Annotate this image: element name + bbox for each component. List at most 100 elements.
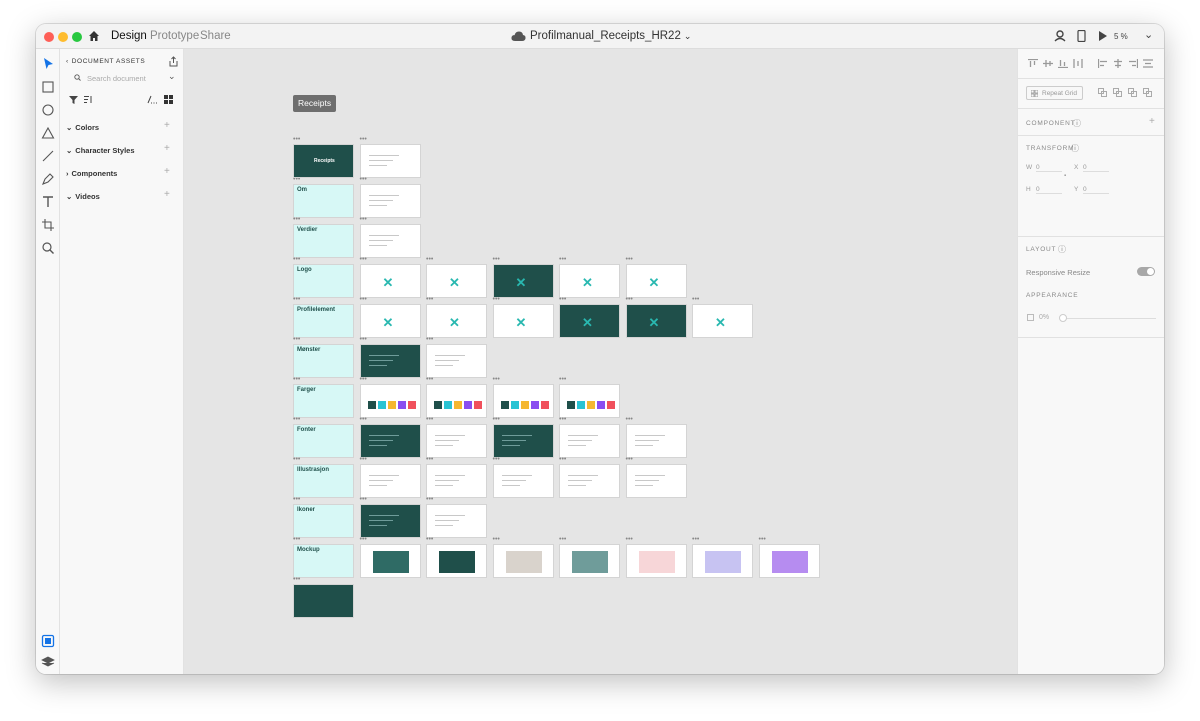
artboard-menu-dots[interactable]: ••• [360,376,367,383]
artboard-menu-dots[interactable]: ••• [559,536,566,543]
artboard-menu-dots[interactable]: ••• [626,416,633,423]
page-artboard[interactable] [359,184,421,218]
artboard-menu-dots[interactable]: ••• [293,456,300,463]
boolean-subtract-icon[interactable] [1113,88,1122,97]
artboard-menu-dots[interactable]: ••• [692,536,699,543]
page-artboard[interactable]: ✕ [559,304,620,338]
artboard-menu-dots[interactable]: ••• [426,256,433,263]
tab-design[interactable]: Design [111,30,147,42]
text-tool-icon[interactable] [41,195,55,209]
page-artboard[interactable] [625,464,687,498]
pen-tool-icon[interactable] [41,172,55,186]
page-artboard[interactable]: ✕ [426,264,487,298]
artboard-menu-dots[interactable]: ••• [493,456,500,463]
line-tool-icon[interactable] [41,149,55,163]
page-artboard[interactable] [359,344,421,378]
search-field[interactable]: Search document ⌄ [70,71,176,84]
boolean-exclude-icon[interactable] [1143,88,1152,97]
artboard-menu-dots[interactable]: ••• [626,536,633,543]
home-icon[interactable] [88,30,100,42]
artboard-menu-dots[interactable]: ••• [293,576,300,583]
page-artboard[interactable] [359,464,421,498]
page-artboard[interactable] [426,384,487,418]
artboard-menu-dots[interactable]: ••• [426,376,433,383]
page-artboard[interactable] [359,544,421,578]
section-artboard[interactable]: Verdier [293,224,354,258]
play-icon[interactable] [1098,31,1108,41]
artboard-menu-dots[interactable]: ••• [692,296,699,303]
artboard-menu-dots[interactable]: ••• [360,216,367,223]
page-artboard[interactable] [559,544,620,578]
page-artboard[interactable]: ✕ [492,304,554,338]
align-bottom-icon[interactable] [1058,59,1068,68]
artboard-menu-dots[interactable]: ••• [293,176,300,183]
page-artboard[interactable] [559,464,620,498]
section-artboard[interactable]: Illustrasjon [293,464,354,498]
section-videos[interactable]: ⌄ Videos [66,192,100,201]
page-artboard[interactable] [625,424,687,458]
page-artboard[interactable] [426,424,487,458]
responsive-resize-toggle[interactable] [1137,267,1155,276]
tab-share[interactable]: Share [200,30,231,42]
page-artboard[interactable] [758,544,820,578]
artboard-menu-dots[interactable]: ••• [360,536,367,543]
add-component-button[interactable]: + [1149,116,1155,127]
opacity-slider[interactable] [1059,314,1156,322]
artboard-menu-dots[interactable]: ••• [493,536,500,543]
width-input[interactable]: 0 [1036,164,1062,172]
page-artboard[interactable] [359,384,421,418]
align-right-icon[interactable] [1128,59,1138,68]
page-artboard[interactable]: ✕ [625,304,687,338]
opacity-value[interactable]: 0% [1039,314,1049,321]
boolean-intersect-icon[interactable] [1128,88,1137,97]
artboard-menu-dots[interactable]: ••• [360,256,367,263]
artboard-menu-dots[interactable]: ••• [360,296,367,303]
artboard-menu-dots[interactable]: ••• [360,336,367,343]
page-artboard[interactable] [559,384,620,418]
artboard-menu-dots[interactable]: ••• [426,496,433,503]
artboard-menu-dots[interactable]: ••• [293,136,300,143]
minimize-window-button[interactable] [58,32,68,42]
page-artboard[interactable] [492,424,554,458]
section-artboard[interactable]: Mockup [293,544,354,578]
page-artboard[interactable]: ✕ [359,264,421,298]
artboard-menu-dots[interactable]: ••• [360,136,367,143]
artboard-menu-dots[interactable]: ••• [293,416,300,423]
select-tool-icon[interactable] [41,57,55,71]
page-artboard[interactable] [426,344,487,378]
sort-icon[interactable] [83,95,93,104]
artboard-menu-dots[interactable]: ••• [360,416,367,423]
artboard-menu-dots[interactable]: ••• [626,456,633,463]
align-left-icon[interactable] [1098,59,1108,68]
link-assets-icon[interactable] [147,95,157,104]
page-artboard[interactable] [426,544,487,578]
artboard-menu-dots[interactable]: ••• [559,456,566,463]
export-icon[interactable] [168,56,179,67]
page-artboard[interactable] [426,464,487,498]
page-artboard[interactable] [359,144,421,178]
align-middle-icon[interactable] [1043,59,1053,68]
grid-view-icon[interactable] [164,95,173,104]
zoom-tool-icon[interactable] [41,241,55,255]
device-preview-icon[interactable] [1077,30,1086,42]
closing-artboard[interactable] [293,584,354,618]
page-artboard[interactable]: ✕ [426,304,487,338]
page-artboard[interactable] [492,464,554,498]
zoom-chevron-icon[interactable]: ⌄ [1144,28,1153,41]
group-label[interactable]: Receipts [293,95,337,112]
y-input[interactable]: 0 [1083,186,1109,194]
page-artboard[interactable]: ✕ [625,264,687,298]
search-input[interactable]: Search document [87,74,146,83]
lock-aspect-icon[interactable]: ▪ [1064,173,1066,179]
artboard-menu-dots[interactable]: ••• [293,496,300,503]
section-artboard[interactable]: Mønster [293,344,354,378]
artboard-menu-dots[interactable]: ••• [559,376,566,383]
add-character-style-button[interactable]: + [164,143,170,154]
artboard-menu-dots[interactable]: ••• [293,256,300,263]
artboard-tool-icon[interactable] [41,218,55,232]
back-chevron-icon[interactable]: ‹ [66,58,69,65]
page-artboard[interactable] [492,544,554,578]
boolean-add-icon[interactable] [1098,88,1107,97]
opacity-slider-thumb[interactable] [1059,314,1067,322]
section-artboard[interactable]: Farger [293,384,354,418]
